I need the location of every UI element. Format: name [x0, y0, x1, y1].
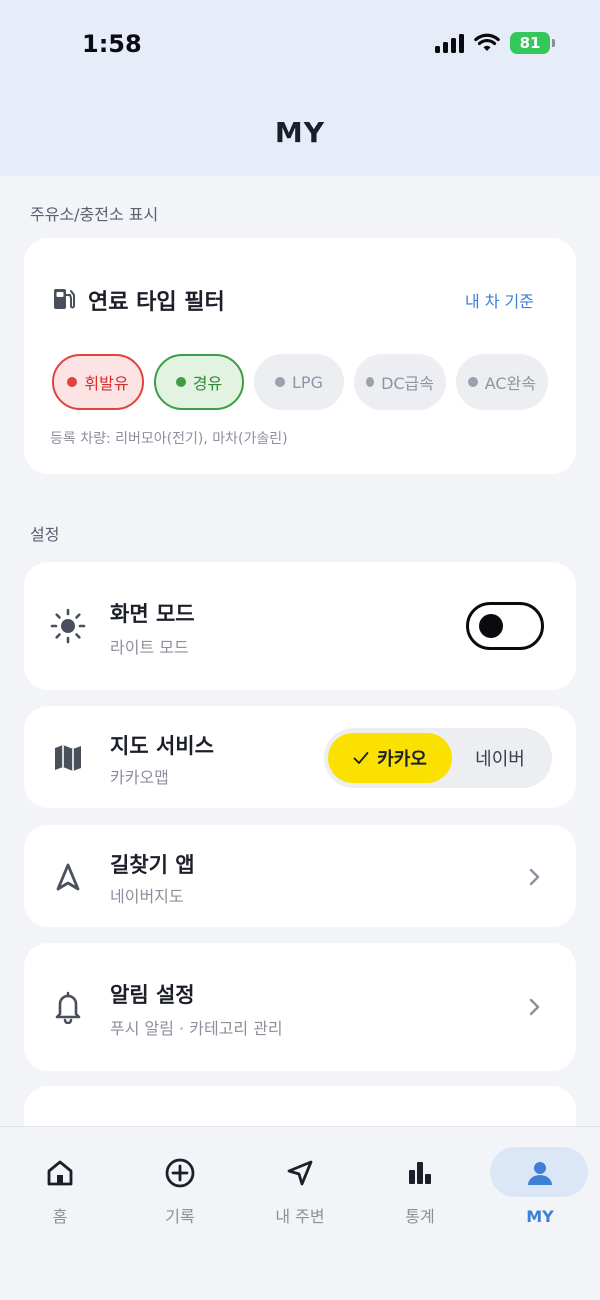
- plus-circle-icon: [156, 1155, 204, 1191]
- my-car-basis-link[interactable]: 내 차 기준: [465, 288, 534, 312]
- tab-label: 홈: [52, 1207, 68, 1226]
- fuel-chip-diesel[interactable]: 경유: [154, 354, 244, 410]
- notification-settings-row[interactable]: 알림 설정 푸시 알림 · 카테고리 관리: [24, 943, 576, 1071]
- screen-mode-toggle[interactable]: [466, 602, 544, 650]
- tab-my[interactable]: MY: [486, 1127, 600, 1237]
- map-option-naver[interactable]: 네이버: [452, 745, 548, 771]
- map-option-kakao[interactable]: 카카오: [328, 733, 452, 783]
- chip-dot: [67, 377, 78, 387]
- status-icons: 81: [435, 32, 555, 54]
- settings-section-label: 설정: [30, 525, 60, 544]
- tab-nearby[interactable]: 내 주변: [240, 1127, 360, 1237]
- fuel-chip-lpg[interactable]: LPG: [254, 354, 344, 410]
- toggle-knob: [479, 614, 503, 638]
- navigation-app-row[interactable]: 길찾기 앱 네이버지도: [24, 825, 576, 927]
- bell-icon: [48, 987, 88, 1027]
- fuel-filter-card: 연료 타입 필터 내 차 기준 휘발유 경유 LPG DC급속 AC완속 등록 …: [24, 238, 576, 474]
- map-icon: [48, 738, 88, 778]
- tab-label: MY: [526, 1207, 554, 1226]
- cellular-signal-icon: [435, 33, 464, 53]
- chip-label: LPG: [292, 372, 323, 392]
- tab-label: 통계: [405, 1207, 435, 1226]
- map-service-row: 지도 서비스 카카오맵 카카오 네이버: [24, 706, 576, 808]
- tab-record[interactable]: 기록: [120, 1127, 240, 1237]
- navigation-app-title: 길찾기 앱: [110, 853, 195, 877]
- bottom-tab-bar: 홈 기록 내 주변 통계 MY: [0, 1126, 600, 1300]
- bar-chart-icon: [396, 1155, 444, 1191]
- battery-level: 81: [519, 34, 541, 52]
- tab-label: 내 주변: [275, 1207, 325, 1226]
- chip-dot: [468, 377, 478, 387]
- battery-indicator: 81: [510, 32, 555, 54]
- registered-vehicles-note: 등록 차량: 리버모아(전기), 마차(가솔린): [50, 431, 288, 447]
- location-arrow-icon: [276, 1155, 324, 1191]
- fuel-chip-dc-fast[interactable]: DC급속: [354, 354, 446, 410]
- check-icon: [353, 752, 369, 764]
- chip-dot: [175, 377, 186, 387]
- notification-settings-title: 알림 설정: [110, 983, 195, 1007]
- tab-home[interactable]: 홈: [0, 1127, 120, 1237]
- screen-mode-value: 라이트 모드: [110, 638, 189, 657]
- notification-settings-value: 푸시 알림 · 카테고리 관리: [110, 1019, 283, 1038]
- navigation-arrow-icon: [48, 857, 88, 897]
- chip-label: 경유: [192, 374, 223, 393]
- wifi-icon: [474, 33, 500, 51]
- fuel-chip-gasoline[interactable]: 휘발유: [52, 354, 144, 410]
- chip-label: DC급속: [381, 374, 434, 393]
- page-title: MY: [274, 116, 326, 149]
- map-option-kakao-label: 카카오: [377, 749, 427, 770]
- chip-label: AC완속: [484, 374, 536, 393]
- chevron-right-icon: [529, 998, 540, 1016]
- tab-stats[interactable]: 통계: [360, 1127, 480, 1237]
- home-icon: [36, 1155, 84, 1191]
- chip-dot: [366, 377, 375, 387]
- screen-mode-row[interactable]: 화면 모드 라이트 모드: [24, 562, 576, 690]
- tab-label: 기록: [165, 1207, 195, 1226]
- person-icon: [516, 1155, 564, 1191]
- fuel-chip-ac-slow[interactable]: AC완속: [456, 354, 548, 410]
- fuel-chip-list: 휘발유 경유 LPG DC급속 AC완속: [52, 354, 548, 410]
- map-service-value: 카카오맵: [110, 768, 169, 787]
- screen-mode-title: 화면 모드: [110, 602, 195, 626]
- fuel-section-label: 주유소/충전소 표시: [30, 205, 159, 224]
- chip-label: 휘발유: [84, 374, 129, 393]
- top-header-area: 1:58 81 MY: [0, 0, 600, 176]
- sun-icon: [48, 606, 88, 646]
- map-service-title: 지도 서비스: [110, 734, 214, 758]
- fuel-pump-icon: [54, 289, 75, 309]
- chip-dot: [275, 377, 286, 387]
- status-time: 1:58: [82, 30, 142, 58]
- fuel-filter-title: 연료 타입 필터: [88, 290, 225, 315]
- map-provider-segment: 카카오 네이버: [324, 728, 552, 788]
- chevron-right-icon: [529, 868, 540, 886]
- navigation-app-value: 네이버지도: [110, 887, 184, 906]
